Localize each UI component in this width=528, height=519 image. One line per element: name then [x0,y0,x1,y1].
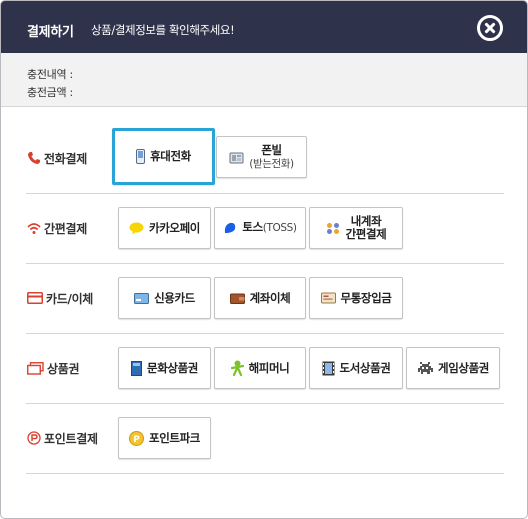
point-p-icon [27,431,41,445]
row-divider [26,193,504,194]
book-giftcard-label: 도서상품권 [339,360,391,375]
myaccount-simple-label: 내계좌 간편결제 [346,215,387,241]
charge-detail-label: 충전내역 : [27,68,73,81]
svg-text:P: P [133,435,140,445]
wallet-icon [229,293,245,304]
category-point-label: 포인트결제 [44,431,98,446]
category-giftcard-label: 상품권 [47,361,80,376]
credit-card-icon [134,292,150,304]
category-card: 카드/이체 [27,288,93,308]
pointpark-label: 포인트파크 [149,430,200,445]
happymoney-label: 해피머니 [248,360,290,375]
bank-transfer-button[interactable]: 계좌이체 [214,277,306,319]
category-card-label: 카드/이체 [46,291,94,306]
game-giftcard-button[interactable]: 게임상품권 [406,347,500,389]
myaccount-simple-button[interactable]: 내계좌 간편결제 [309,207,403,249]
pointpark-button[interactable]: P 포인트파크 [118,417,211,459]
mobile-payment-button[interactable]: 휴대전화 [112,128,215,185]
book-giftcard-button[interactable]: 도서상품권 [309,347,403,389]
row-divider [26,333,504,334]
category-phone-label: 전화결제 [44,151,87,166]
mobile-phone-icon [136,149,146,164]
category-giftcard: 상품권 [27,358,80,378]
toss-button[interactable]: 토스(TOSS) [214,207,306,249]
charge-info-panel: 충전내역 : 충전금액 : [1,53,527,107]
category-phone: 전화결제 [27,148,87,168]
row-divider [26,263,504,264]
row-divider [26,403,504,404]
happymoney-button[interactable]: 해피머니 [214,347,306,389]
phonebill-button[interactable]: 폰빌 (받는전화) [216,136,307,178]
charge-amount-label: 충전금액 : [27,86,73,99]
culture-giftcard-button[interactable]: 문화상품권 [118,347,211,389]
bankbook-icon [320,292,336,304]
kakao-icon [129,222,144,234]
myaccount-line2: 간편결제 [345,227,387,241]
wifi-icon [27,222,41,234]
mobile-payment-label: 휴대전화 [150,149,191,163]
myaccount-line1: 내계좌 [350,214,382,228]
toss-icon [225,222,236,233]
phone-icon [28,152,40,164]
category-simple-label: 간편결제 [44,221,87,236]
credit-card-button[interactable]: 신용카드 [118,277,211,319]
dialog-header: 결제하기 상품/결제정보를 확인해주세요! [1,1,527,53]
phonebill-subtitle: (받는전화) [249,157,294,170]
phonebill-label: 폰빌 (받는전화) [249,142,294,171]
phonebill-title: 폰빌 [261,142,282,157]
dialog-title: 결제하기 [27,25,74,40]
credit-card-label: 신용카드 [154,290,195,305]
credit-card-icon [27,292,43,304]
account-dots-icon [326,222,339,234]
kakaopay-button[interactable]: 카카오페이 [118,207,211,249]
happy-person-icon [230,360,244,376]
game-giftcard-label: 게임상품권 [438,360,489,375]
row-divider [26,473,504,474]
film-book-icon [322,361,335,375]
landline-phone-icon [229,152,244,164]
book-icon [131,360,143,376]
toss-title: 토스 [242,220,263,234]
bank-deposit-label: 무통장입금 [340,290,392,305]
coin-icon: P [129,430,145,446]
bank-deposit-button[interactable]: 무통장입금 [309,277,403,319]
bank-transfer-label: 계좌이체 [249,290,291,305]
category-point: 포인트결제 [27,428,98,448]
toss-label: 토스(TOSS) [242,220,297,235]
toss-subtitle: (TOSS) [262,222,297,234]
kakaopay-label: 카카오페이 [149,220,200,235]
payment-dialog: 결제하기 상품/결제정보를 확인해주세요! 충전내역 : 충전금액 : 전화결제… [0,0,528,519]
category-simple: 간편결제 [27,218,87,238]
dialog-subtitle: 상품/결제정보를 확인해주세요! [91,23,235,37]
close-icon[interactable] [477,15,503,41]
gift-card-icon [27,361,44,375]
space-invader-icon [418,362,434,374]
culture-giftcard-label: 문화상품권 [147,360,198,375]
